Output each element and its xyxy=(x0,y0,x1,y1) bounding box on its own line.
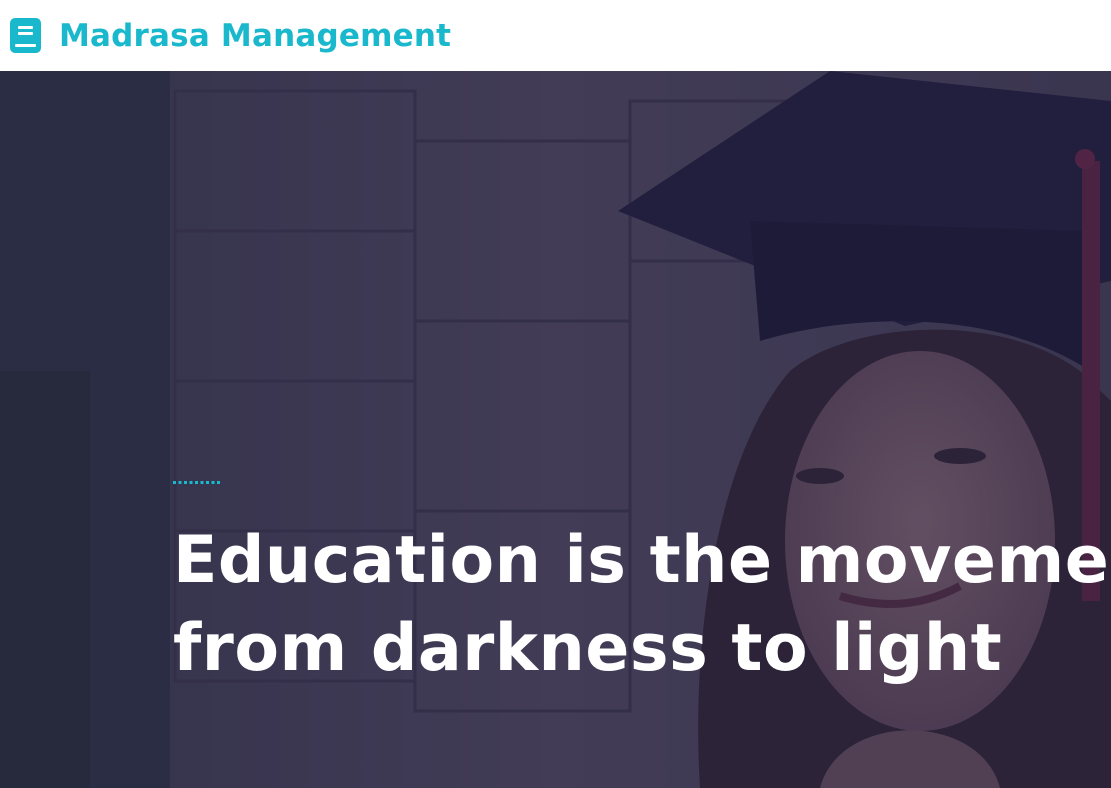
hero-title: Education is the movement from darkness … xyxy=(173,517,1111,693)
hero-content: Education is the movement from darkness … xyxy=(173,481,1111,693)
hero-banner: Education is the movement from darkness … xyxy=(0,71,1111,788)
brand-name: Madrasa Management xyxy=(59,17,452,54)
book-icon xyxy=(10,18,41,53)
navbar: Madrasa Management xyxy=(0,0,1111,71)
accent-dots-divider xyxy=(173,481,220,484)
hero-title-line-2: from darkness to light xyxy=(173,611,1003,686)
brand-link[interactable]: Madrasa Management xyxy=(10,18,451,54)
hero-title-line-1: Education is the movement xyxy=(173,523,1111,598)
